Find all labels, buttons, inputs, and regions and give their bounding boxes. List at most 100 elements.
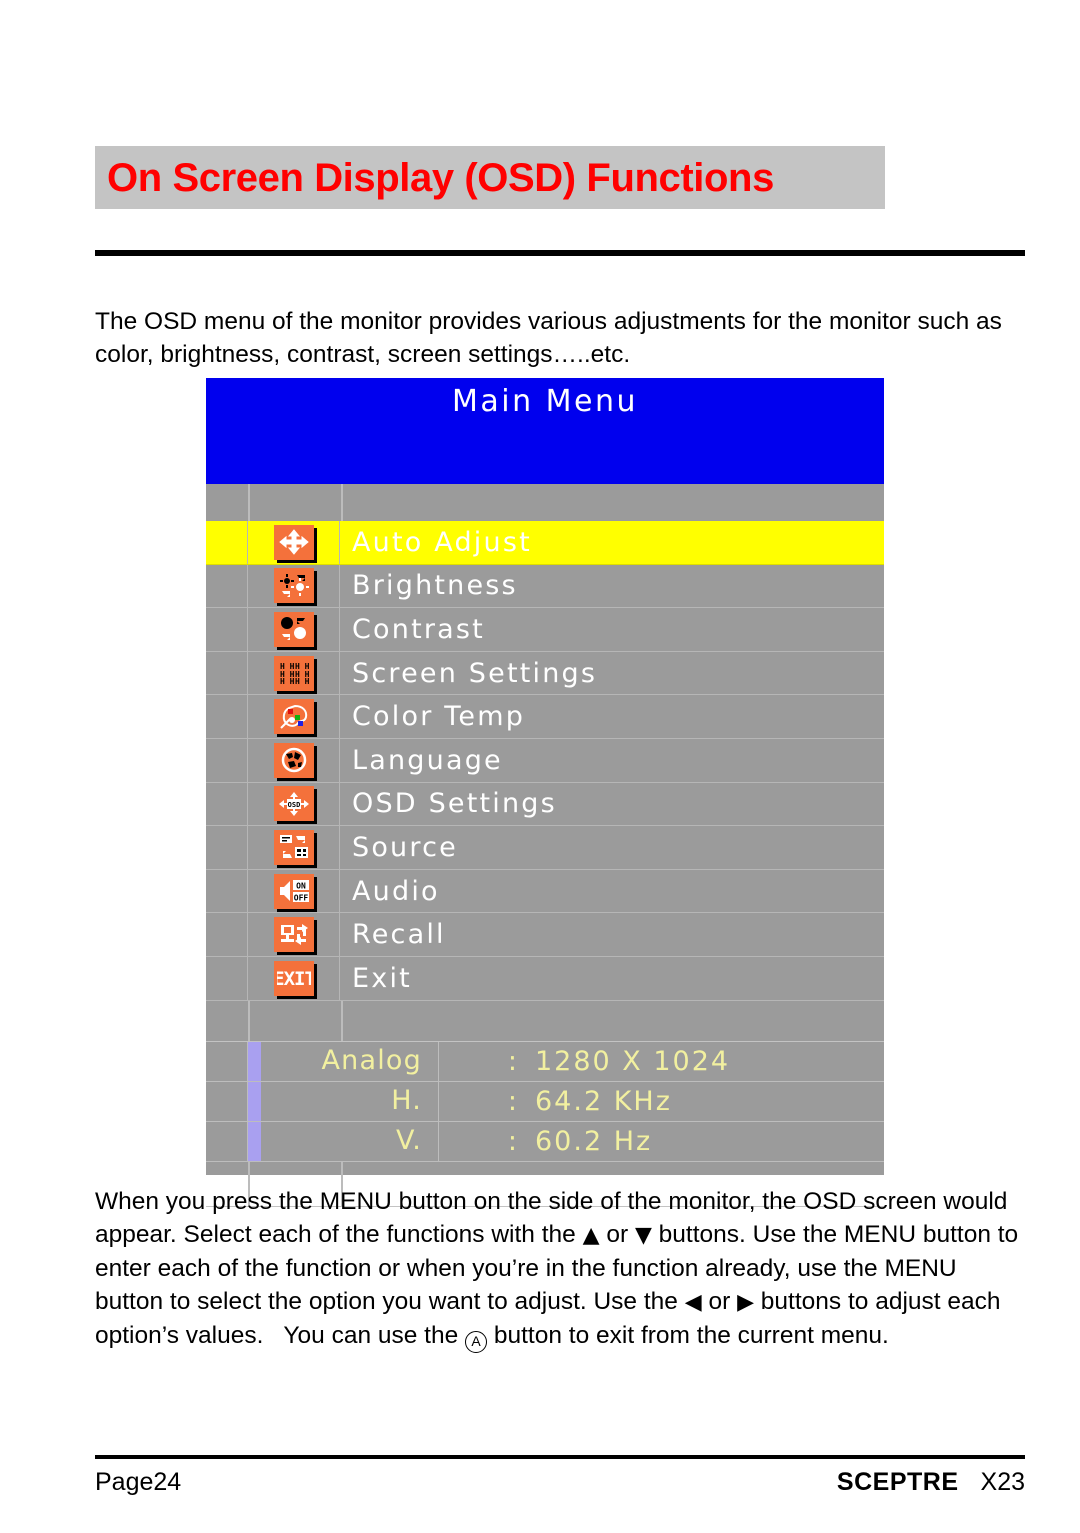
page-title: On Screen Display (OSD) Functions	[107, 155, 774, 200]
osd-arrows-icon: OSD	[273, 786, 314, 822]
icon-cell	[248, 608, 340, 651]
body-text-part4: or	[701, 1288, 738, 1315]
arrow-right-icon: ▶	[737, 1290, 754, 1315]
status-label: Analog	[261, 1041, 439, 1081]
osd-header-title: Main Menu	[451, 384, 639, 419]
osd-item-language[interactable]: Language	[206, 738, 884, 783]
a-button-icon: A	[465, 1331, 488, 1353]
page-footer: Page24 SCEPTRE X23	[95, 1468, 1025, 1497]
osd-item-label: Exit	[352, 962, 412, 994]
status-label: H.	[261, 1081, 439, 1121]
audio-onoff-icon: ON OFF	[273, 873, 314, 909]
icon-cell	[248, 521, 340, 564]
status-separator: :	[507, 1085, 517, 1117]
row-gutter	[206, 869, 248, 913]
body-text-part6: button to exit from the current menu.	[487, 1322, 889, 1349]
row-gutter	[206, 782, 248, 826]
osd-item-label: OSD Settings	[352, 788, 557, 820]
row-gutter	[206, 1081, 248, 1121]
osd-status-panel: Analog : 1280 X 1024 H. : 64.2 KHz V. : …	[206, 1041, 884, 1162]
osd-status-row-horizontal: H. : 64.2 KHz	[206, 1081, 884, 1122]
exit-icon: EXIT	[273, 960, 314, 996]
title-divider	[95, 250, 1025, 256]
row-gutter	[206, 1041, 248, 1081]
color-palette-icon	[273, 699, 314, 735]
svg-text:H H: H H	[295, 677, 309, 685]
arrow-up-icon: ▲	[582, 1223, 600, 1248]
status-indicator-bar	[248, 1081, 261, 1121]
contrast-circles-icon	[273, 611, 314, 647]
icon-cell	[248, 564, 340, 608]
row-gutter	[206, 956, 248, 1000]
osd-menu-status-separator	[206, 1000, 884, 1042]
globe-icon	[273, 742, 314, 778]
footer-divider	[95, 1455, 1025, 1459]
footer-brand: SCEPTRE	[836, 1468, 959, 1496]
osd-item-label: Contrast	[352, 613, 485, 645]
osd-menu-window: Main Menu Auto Adjust Brightness Contras…	[206, 378, 884, 1207]
osd-item-source[interactable]: Source	[206, 826, 884, 870]
osd-item-recall[interactable]: Recall	[206, 913, 884, 957]
icon-cell	[248, 826, 340, 869]
osd-item-color-temp[interactable]: Color Temp	[206, 695, 884, 739]
osd-status-row-analog: Analog : 1280 X 1024	[206, 1041, 884, 1082]
body-text-part2: or	[599, 1221, 635, 1248]
osd-status-row-vertical: V. : 60.2 Hz	[206, 1121, 884, 1162]
body-paragraph: When you press the MENU button on the si…	[95, 1185, 1030, 1353]
four-way-arrows-icon	[273, 524, 314, 560]
osd-header-separator	[206, 484, 884, 521]
status-value: 1280 X 1024	[535, 1045, 731, 1077]
recall-monitor-icon	[273, 917, 314, 953]
row-gutter	[206, 521, 248, 564]
osd-item-label: Recall	[352, 919, 446, 951]
row-gutter	[206, 913, 248, 956]
icon-cell: ON OFF	[248, 869, 340, 913]
row-gutter	[206, 695, 248, 738]
osd-item-label: Color Temp	[352, 701, 526, 733]
osd-item-exit[interactable]: EXIT Exit	[206, 956, 884, 1001]
status-separator: :	[507, 1045, 517, 1077]
osd-item-osd-settings[interactable]: OSD OSD Settings	[206, 782, 884, 827]
osd-menu-list: Auto Adjust Brightness Contrast H H H H …	[206, 521, 884, 1001]
svg-text:OFF: OFF	[293, 894, 308, 903]
osd-header: Main Menu	[206, 378, 884, 484]
osd-item-brightness[interactable]: Brightness	[206, 564, 884, 609]
icon-cell	[248, 913, 340, 956]
osd-item-screen-settings[interactable]: H HH H H HH H H HH H Screen Settings	[206, 651, 884, 696]
status-indicator-bar	[248, 1041, 261, 1081]
osd-item-label: Screen Settings	[352, 657, 598, 689]
footer-brand-group: SCEPTRE X23	[837, 1468, 1025, 1497]
osd-item-label: Audio	[352, 875, 440, 907]
footer-page-number: Page24	[95, 1468, 182, 1496]
svg-text:EXIT: EXIT	[277, 968, 311, 989]
row-gutter	[206, 1121, 248, 1161]
osd-item-label: Source	[352, 831, 458, 863]
icon-cell	[248, 695, 340, 738]
svg-text:ON: ON	[296, 882, 306, 891]
osd-item-auto-adjust[interactable]: Auto Adjust	[206, 521, 884, 565]
screen-grid-icon: H HH H H HH H H HH H	[273, 655, 314, 691]
arrow-down-icon: ▼	[634, 1223, 652, 1248]
icon-cell	[248, 738, 340, 782]
row-gutter	[206, 738, 248, 782]
status-indicator-bar	[248, 1121, 261, 1161]
source-swap-icon	[273, 829, 314, 865]
svg-text:OSD: OSD	[287, 801, 300, 809]
row-gutter	[206, 564, 248, 608]
status-value: 60.2 Hz	[535, 1125, 653, 1157]
status-value: 64.2 KHz	[535, 1085, 672, 1117]
brightness-sun-icon	[273, 568, 314, 604]
svg-text:H H: H H	[280, 677, 295, 685]
footer-model: X23	[980, 1468, 1025, 1496]
osd-item-label: Language	[352, 744, 503, 776]
osd-item-label: Auto Adjust	[352, 526, 532, 558]
osd-item-label: Brightness	[352, 570, 518, 602]
osd-item-audio[interactable]: ON OFF Audio	[206, 869, 884, 914]
page-title-banner: On Screen Display (OSD) Functions	[95, 146, 885, 209]
row-gutter	[206, 651, 248, 695]
row-gutter	[206, 608, 248, 651]
osd-item-contrast[interactable]: Contrast	[206, 608, 884, 652]
icon-cell: EXIT	[248, 956, 340, 1000]
status-separator: :	[507, 1125, 517, 1157]
intro-paragraph: The OSD menu of the monitor provides var…	[95, 308, 1002, 368]
